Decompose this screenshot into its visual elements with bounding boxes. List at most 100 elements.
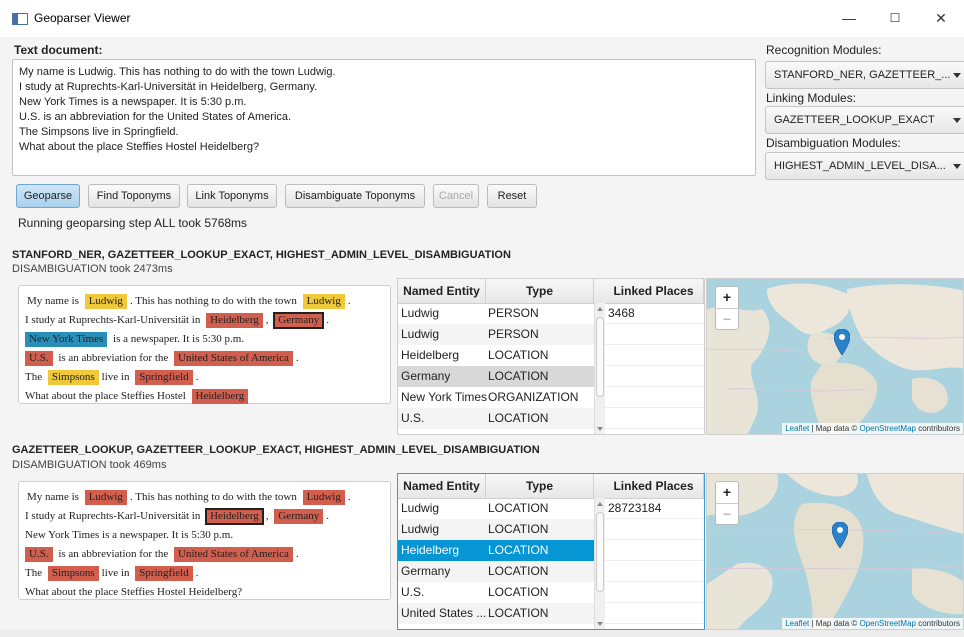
- linked-places-cell: [605, 540, 704, 561]
- disambiguation-modules-label: Disambiguation Modules:: [766, 136, 901, 150]
- maximize-button[interactable]: ☐: [872, 5, 918, 31]
- bottom-edge: [0, 630, 964, 637]
- osm-link[interactable]: OpenStreetMap: [859, 619, 915, 628]
- table-scrollbar[interactable]: [594, 498, 605, 629]
- link-toponyms-button[interactable]: Link Toponyms: [187, 184, 277, 208]
- text-span: The: [25, 371, 43, 383]
- table-row-selected[interactable]: Heidelberg LOCATION: [398, 540, 594, 561]
- entity-highlight-location[interactable]: United States of America: [174, 351, 293, 366]
- cell-entity: Heidelberg: [401, 348, 460, 362]
- map-view[interactable]: + − Leaflet | Map data © OpenStreetMap c…: [706, 278, 964, 435]
- osm-link[interactable]: OpenStreetMap: [859, 424, 915, 433]
- cell-entity: United States ...: [401, 606, 487, 620]
- reset-button[interactable]: Reset: [487, 184, 537, 208]
- entity-highlight-person[interactable]: Ludwig: [84, 294, 127, 309]
- world-map: [707, 474, 963, 629]
- entity-highlight-location[interactable]: Ludwig: [84, 490, 127, 505]
- app-icon: [12, 13, 28, 25]
- table-row[interactable]: New York Times ORGANIZATION: [398, 387, 594, 408]
- table-row[interactable]: U.S. LOCATION: [398, 408, 594, 429]
- annotated-line: The Simpsons live in Springfield.: [25, 564, 390, 583]
- zoom-in-button[interactable]: +: [716, 287, 738, 308]
- map-marker-icon[interactable]: [834, 329, 850, 355]
- column-header-type[interactable]: Type: [486, 474, 594, 498]
- disambiguation-modules-select[interactable]: HIGHEST_ADMIN_LEVEL_DISA...: [765, 152, 964, 180]
- table-row[interactable]: United States ... LOCATION: [398, 603, 594, 624]
- zoom-out-button[interactable]: −: [716, 503, 738, 525]
- linked-places-cell: [605, 387, 704, 408]
- minimize-button[interactable]: —: [826, 5, 872, 31]
- map-marker-icon[interactable]: [832, 522, 848, 548]
- text-span: I study at Ruprechts-Karl-Universität in: [25, 510, 201, 522]
- annotated-line: U.S. is an abbreviation for the United S…: [25, 349, 390, 368]
- text-span: .: [326, 314, 329, 326]
- entity-table[interactable]: Named Entity Type Linked Places Ludwig PE…: [397, 278, 705, 435]
- entity-highlight-location[interactable]: U.S.: [25, 547, 53, 562]
- table-row[interactable]: U.S. LOCATION: [398, 582, 594, 603]
- linked-places-cell: [605, 519, 704, 540]
- annotated-line: I study at Ruprechts-Karl-Universität in…: [25, 311, 390, 330]
- scroll-up-icon[interactable]: [597, 502, 603, 506]
- disambiguate-toponyms-button[interactable]: Disambiguate Toponyms: [285, 184, 425, 208]
- scrollbar-thumb[interactable]: [596, 512, 604, 592]
- zoom-out-button[interactable]: −: [716, 308, 738, 330]
- scroll-down-icon[interactable]: [597, 622, 603, 626]
- table-row[interactable]: Ludwig PERSON: [398, 303, 594, 324]
- cell-type: PERSON: [488, 327, 539, 341]
- column-header-named-entity[interactable]: Named Entity: [398, 474, 486, 498]
- find-toponyms-button[interactable]: Find Toponyms: [88, 184, 180, 208]
- column-header-type[interactable]: Type: [486, 279, 594, 303]
- recognition-modules-label: Recognition Modules:: [766, 43, 882, 57]
- cell-entity: U.S.: [401, 411, 425, 425]
- entity-highlight-location[interactable]: Springfield: [135, 566, 193, 581]
- scroll-down-icon[interactable]: [597, 427, 603, 431]
- table-row[interactable]: Germany LOCATION: [398, 561, 594, 582]
- cell-type: ORGANIZATION: [488, 390, 579, 404]
- text-span: ,: [265, 314, 269, 326]
- geoparse-button[interactable]: Geoparse: [16, 184, 80, 208]
- annotated-text: My name is Ludwig. This has nothing to d…: [18, 481, 391, 600]
- annotated-line: The Simpsons live in Springfield.: [25, 368, 390, 387]
- column-header-linked-places[interactable]: Linked Places: [604, 474, 704, 498]
- zoom-in-button[interactable]: +: [716, 482, 738, 503]
- cancel-button[interactable]: Cancel: [433, 184, 479, 208]
- status-text: Running geoparsing step ALL took 5768ms: [18, 216, 248, 230]
- table-row[interactable]: Ludwig LOCATION: [398, 519, 594, 540]
- chevron-down-icon: [953, 118, 961, 123]
- table-row[interactable]: Heidelberg LOCATION: [398, 345, 594, 366]
- entity-highlight-location[interactable]: U.S.: [25, 351, 53, 366]
- leaflet-link[interactable]: Leaflet: [785, 619, 809, 628]
- entity-highlight-location[interactable]: Simpsons: [47, 566, 99, 581]
- text-span: . This has nothing to do with the town: [129, 295, 297, 307]
- entity-highlight-location[interactable]: Ludwig: [302, 490, 345, 505]
- linked-places-cell: 3468: [605, 303, 704, 324]
- table-row[interactable]: Ludwig PERSON: [398, 324, 594, 345]
- entity-highlight-location[interactable]: Springfield: [135, 370, 193, 385]
- linking-modules-select[interactable]: GAZETTEER_LOOKUP_EXACT: [765, 106, 964, 134]
- map-view[interactable]: + − Leaflet | Map data © OpenStreetMap c…: [706, 473, 964, 630]
- chevron-down-icon: [953, 164, 961, 169]
- column-header-linked-places[interactable]: Linked Places: [604, 279, 704, 303]
- text-document-input[interactable]: My name is Ludwig. This has nothing to d…: [12, 59, 756, 176]
- recognition-modules-select[interactable]: STANFORD_NER, GAZETTEER_...: [765, 61, 964, 89]
- entity-highlight-location[interactable]: Heidelberg: [205, 508, 264, 525]
- entity-highlight-location[interactable]: Germany: [274, 509, 324, 524]
- table-row[interactable]: Ludwig LOCATION: [398, 498, 594, 519]
- text-span: live in: [101, 371, 130, 383]
- entity-highlight-organization[interactable]: New York Times: [25, 332, 108, 347]
- scrollbar-thumb[interactable]: [596, 317, 604, 397]
- scroll-up-icon[interactable]: [597, 307, 603, 311]
- cell-entity: Ludwig: [401, 522, 440, 536]
- leaflet-link[interactable]: Leaflet: [785, 424, 809, 433]
- table-scrollbar[interactable]: [594, 303, 605, 434]
- entity-highlight-person[interactable]: Simpsons: [47, 370, 99, 385]
- table-row-selected[interactable]: Germany LOCATION: [398, 366, 594, 387]
- column-header-named-entity[interactable]: Named Entity: [398, 279, 486, 303]
- entity-highlight-location[interactable]: Heidelberg: [206, 313, 263, 328]
- entity-highlight-location[interactable]: Germany: [273, 312, 325, 329]
- entity-table[interactable]: Named Entity Type Linked Places Ludwig LO…: [397, 473, 705, 630]
- entity-highlight-location[interactable]: United States of America: [174, 547, 293, 562]
- entity-highlight-person[interactable]: Ludwig: [302, 294, 345, 309]
- close-button[interactable]: ✕: [918, 5, 964, 31]
- entity-highlight-location[interactable]: Heidelberg: [191, 389, 249, 404]
